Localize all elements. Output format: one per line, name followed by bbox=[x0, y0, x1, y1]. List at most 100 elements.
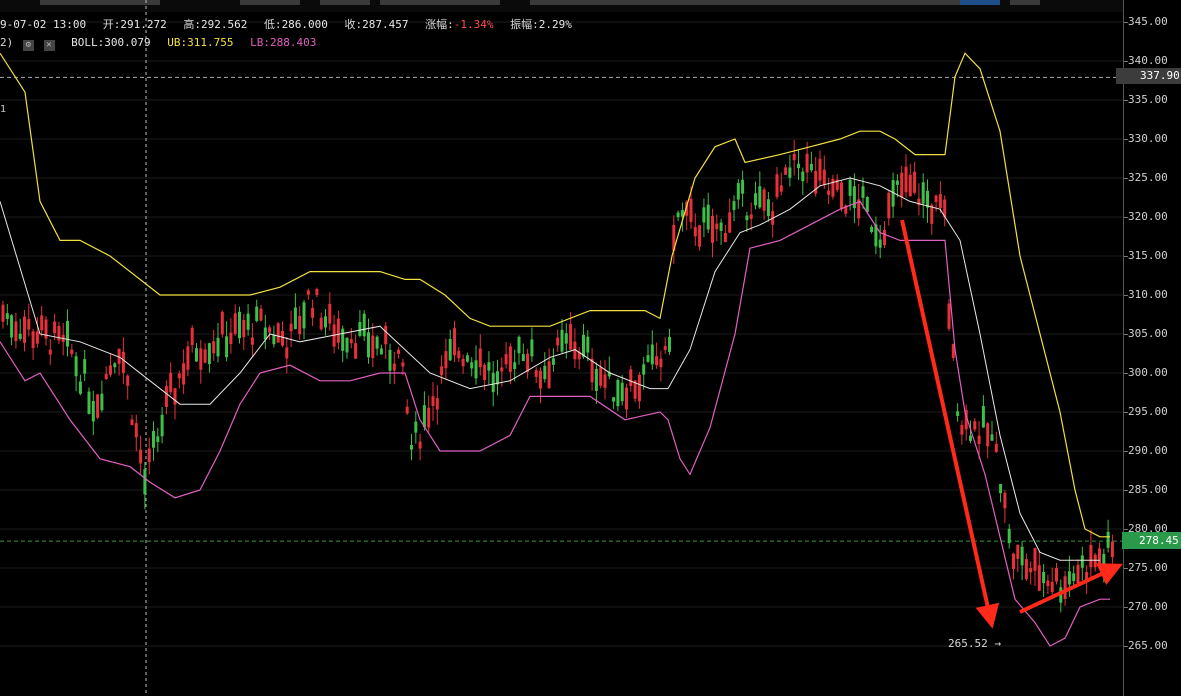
candle-body bbox=[487, 362, 491, 371]
axis-tick-label: 275.00 bbox=[1128, 561, 1168, 574]
candle-body bbox=[199, 348, 203, 370]
candle-body bbox=[642, 364, 646, 375]
candle-body bbox=[1016, 544, 1020, 559]
indicator-params: 2) bbox=[0, 36, 14, 49]
candle-body bbox=[715, 223, 719, 230]
candle-body bbox=[397, 349, 401, 354]
candle-body bbox=[367, 332, 370, 358]
candle-body bbox=[1003, 492, 1007, 509]
candle-body bbox=[164, 386, 168, 407]
candle-body bbox=[233, 313, 237, 334]
candle-body bbox=[1055, 567, 1058, 582]
candle-body bbox=[31, 331, 35, 349]
candle-body bbox=[865, 197, 869, 213]
candle-body bbox=[797, 163, 800, 169]
candle-body bbox=[650, 344, 654, 365]
candle-body bbox=[328, 303, 332, 324]
candle-body bbox=[994, 443, 998, 452]
candle-body bbox=[448, 338, 452, 361]
axis-tick-label: 345.00 bbox=[1128, 15, 1168, 28]
candle-body bbox=[186, 346, 190, 370]
candle-body bbox=[91, 401, 95, 422]
candle-body bbox=[465, 355, 469, 362]
axis-tick-label: 295.00 bbox=[1128, 405, 1168, 418]
candle-body bbox=[818, 158, 822, 181]
candle-body bbox=[156, 436, 160, 442]
candle-body bbox=[121, 351, 125, 374]
candle-body bbox=[130, 419, 134, 425]
candle-body bbox=[440, 366, 444, 376]
candle-body bbox=[255, 306, 259, 322]
candle-body bbox=[293, 307, 297, 330]
candle-body bbox=[152, 431, 155, 448]
candle-body bbox=[134, 423, 138, 438]
price-axis[interactable]: 345.00 340.00 335.00 330.00 325.00 320.00 315.… bbox=[1123, 0, 1181, 696]
candle-body bbox=[225, 336, 229, 358]
candle-body bbox=[461, 358, 465, 367]
candle-body bbox=[508, 346, 512, 372]
candle-body bbox=[878, 239, 882, 248]
candle-body bbox=[969, 435, 972, 441]
low-label: 低: bbox=[263, 18, 282, 31]
candle-body bbox=[504, 354, 508, 365]
candle-body bbox=[263, 327, 267, 340]
candle-body bbox=[534, 370, 538, 377]
candle-body bbox=[612, 397, 616, 402]
high-value: 292.562 bbox=[200, 18, 248, 31]
lb-value: 288.403 bbox=[269, 36, 317, 49]
candle-body bbox=[40, 315, 44, 331]
candle-body bbox=[242, 320, 246, 338]
axis-tick-label: 320.00 bbox=[1128, 210, 1168, 223]
candle-body bbox=[422, 405, 426, 428]
candle-body bbox=[556, 337, 560, 346]
candle-body bbox=[1050, 581, 1054, 593]
candle-body bbox=[190, 327, 194, 346]
settings-gear-icon[interactable]: ⚙ bbox=[22, 40, 34, 51]
bar-date: 9-07-02 13:00 bbox=[0, 18, 87, 31]
candle-body bbox=[410, 444, 413, 450]
candle-body bbox=[999, 484, 1003, 494]
candlestick-chart[interactable] bbox=[0, 0, 1123, 696]
candle-body bbox=[109, 365, 112, 375]
axis-tick-label: 335.00 bbox=[1128, 93, 1168, 106]
candle-body bbox=[883, 230, 886, 246]
candle-body bbox=[259, 308, 263, 321]
candle-body bbox=[289, 323, 293, 332]
candle-body bbox=[594, 368, 598, 391]
up-arrow-annotation bbox=[1019, 563, 1123, 614]
boll-info-line: 2) ⚙ ✕ BOLL:300.079 UB:311.755 LB:288.40… bbox=[0, 36, 316, 51]
candle-body bbox=[160, 414, 164, 437]
candle-body bbox=[444, 351, 448, 369]
lb-label: LB: bbox=[250, 36, 270, 49]
left-edge-label: 1 bbox=[0, 104, 7, 115]
candle-body bbox=[599, 367, 603, 386]
candle-body bbox=[392, 363, 396, 371]
candle-body bbox=[981, 406, 985, 428]
candle-body bbox=[620, 382, 624, 402]
candle-body bbox=[5, 313, 9, 319]
candle-body bbox=[1012, 553, 1015, 570]
candle-body bbox=[1080, 555, 1084, 568]
candle-body bbox=[311, 307, 315, 318]
candle-body bbox=[319, 317, 323, 330]
candle-body bbox=[298, 315, 302, 335]
candle-body bbox=[1024, 559, 1028, 580]
candle-body bbox=[10, 315, 14, 338]
axis-tick-label: 305.00 bbox=[1128, 327, 1168, 340]
candle-body bbox=[182, 363, 186, 385]
candle-body bbox=[177, 373, 181, 379]
candle-body bbox=[564, 333, 568, 344]
candle-body bbox=[560, 329, 564, 352]
candle-body bbox=[66, 320, 69, 347]
candle-body bbox=[840, 182, 843, 210]
candle-body bbox=[530, 339, 534, 357]
candle-body bbox=[517, 336, 521, 354]
candle-body bbox=[719, 222, 723, 231]
candle-body bbox=[1007, 528, 1011, 544]
close-icon[interactable]: ✕ bbox=[43, 40, 55, 51]
candle-body bbox=[706, 204, 710, 230]
candle-body bbox=[336, 318, 340, 343]
candle-body bbox=[431, 396, 435, 407]
candle-body bbox=[207, 343, 211, 365]
candle-body bbox=[736, 183, 740, 200]
